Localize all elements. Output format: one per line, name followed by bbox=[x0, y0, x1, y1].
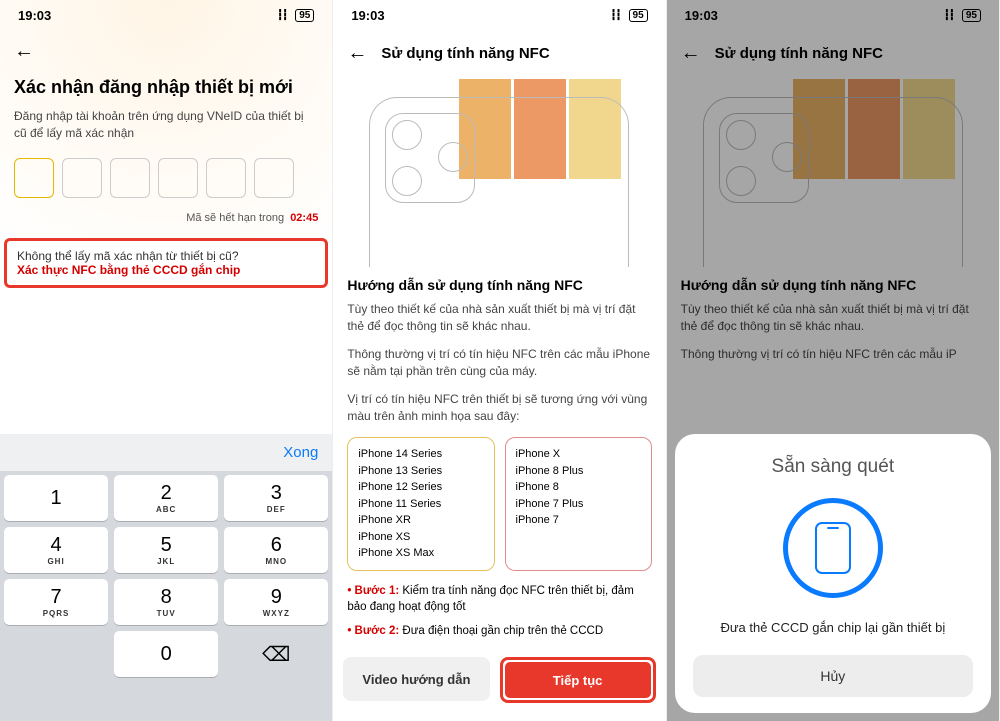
screen-nfc-guide: 19:03 ┇┇ 95 ← Sử dụng tính năng NFC Hướn… bbox=[333, 0, 666, 721]
guide-p1: Tùy theo thiết kế của nhà sản xuất thiết… bbox=[333, 299, 665, 344]
page-subtitle: Đăng nhập tài khoản trên ứng dụng VNeID … bbox=[0, 108, 332, 158]
continue-button-highlight: Tiếp tục bbox=[500, 657, 656, 703]
phone-illustration bbox=[359, 79, 639, 269]
device-box-red: iPhone XiPhone 8 PlusiPhone 8iPhone 7 Pl… bbox=[505, 437, 652, 571]
step-1: • Bước 1: Kiểm tra tính năng đọc NFC trê… bbox=[333, 581, 665, 621]
scan-title: Sẵn sàng quét bbox=[693, 456, 973, 478]
signal-extra-icon: ┇┇ bbox=[610, 10, 620, 21]
continue-button[interactable]: Tiếp tục bbox=[505, 662, 651, 698]
screen-otp: 19:03 ┇┇ 95 ← Xác nhận đăng nhập thiết b… bbox=[0, 0, 333, 721]
nfc-scan-sheet: Sẵn sàng quét Đưa thẻ CCCD gắn chip lại … bbox=[675, 434, 991, 713]
key-8[interactable]: 8TUV bbox=[114, 579, 218, 625]
key-delete[interactable]: ⌫ bbox=[224, 631, 328, 677]
nfc-footer: Video hướng dẫn Tiếp tục bbox=[333, 647, 665, 721]
status-right: ┇┇ 95 bbox=[277, 8, 314, 23]
key-0[interactable]: 0 bbox=[114, 631, 218, 677]
otp-box-2[interactable] bbox=[62, 158, 102, 198]
nfc-header: ← Sử dụng tính năng NFC bbox=[333, 30, 665, 73]
back-icon[interactable]: ← bbox=[14, 40, 34, 62]
video-guide-button[interactable]: Video hướng dẫn bbox=[343, 657, 489, 701]
guide-p3: Vị trí có tín hiệu NFC trên thiết bị sẽ … bbox=[333, 389, 665, 434]
key-1[interactable]: 1 bbox=[4, 475, 108, 521]
otp-box-3[interactable] bbox=[110, 158, 150, 198]
key-blank bbox=[4, 631, 108, 677]
otp-box-6[interactable] bbox=[254, 158, 294, 198]
camera-module-icon bbox=[385, 113, 475, 203]
step-2: • Bước 2: Đưa điện thoại gần chip trên t… bbox=[333, 621, 665, 645]
guide-p2: Thông thường vị trí có tín hiệu NFC trên… bbox=[333, 344, 665, 389]
key-6[interactable]: 6MNO bbox=[224, 527, 328, 573]
key-2[interactable]: 2ABC bbox=[114, 475, 218, 521]
nfc-header-title: Sử dụng tính năng NFC bbox=[381, 45, 549, 62]
numeric-keyboard: Xong 1 2ABC 3DEF 4GHI 5JKL 6MNO 7PQRS 8T… bbox=[0, 434, 332, 721]
key-7[interactable]: 7PQRS bbox=[4, 579, 108, 625]
guide-title: Hướng dẫn sử dụng tính năng NFC bbox=[333, 269, 665, 299]
device-compat-boxes: iPhone 14 SeriesiPhone 13 SeriesiPhone 1… bbox=[333, 433, 665, 581]
nfc-fallback-question: Không thể lấy mã xác nhận từ thiết bị cũ… bbox=[17, 249, 315, 263]
nfc-fallback-link: Xác thực NFC bằng thẻ CCCD gắn chip bbox=[17, 263, 315, 277]
otp-box-1[interactable] bbox=[14, 158, 54, 198]
key-3[interactable]: 3DEF bbox=[224, 475, 328, 521]
back-header: ← bbox=[0, 30, 332, 73]
nfc-fallback-note[interactable]: Không thể lấy mã xác nhận từ thiết bị cũ… bbox=[4, 238, 328, 288]
page-title: Xác nhận đăng nhập thiết bị mới bbox=[0, 73, 332, 108]
key-4[interactable]: 4GHI bbox=[4, 527, 108, 573]
battery-icon: 95 bbox=[295, 9, 314, 22]
key-5[interactable]: 5JKL bbox=[114, 527, 218, 573]
status-bar: 19:03 ┇┇ 95 bbox=[0, 0, 332, 30]
cancel-button[interactable]: Hủy bbox=[693, 655, 973, 697]
device-box-yellow: iPhone 14 SeriesiPhone 13 SeriesiPhone 1… bbox=[347, 437, 494, 571]
status-time: 19:03 bbox=[351, 8, 384, 23]
otp-box-5[interactable] bbox=[206, 158, 246, 198]
screen-nfc-scan: 19:03 ┇┇ 95 ← Sử dụng tính năng NFC Hướn… bbox=[667, 0, 1000, 721]
scan-message: Đưa thẻ CCCD gắn chip lại gần thiết bị bbox=[693, 620, 973, 635]
status-right: ┇┇ 95 bbox=[610, 8, 647, 23]
status-bar: 19:03 ┇┇ 95 bbox=[333, 0, 665, 30]
key-9[interactable]: 9WXYZ bbox=[224, 579, 328, 625]
signal-extra-icon: ┇┇ bbox=[277, 10, 287, 21]
status-time: 19:03 bbox=[18, 8, 51, 23]
back-icon[interactable]: ← bbox=[347, 42, 367, 65]
scan-ring-icon bbox=[783, 498, 883, 598]
otp-inputs bbox=[0, 158, 332, 198]
otp-box-4[interactable] bbox=[158, 158, 198, 198]
battery-icon: 95 bbox=[629, 9, 648, 22]
keyboard-done-button[interactable]: Xong bbox=[0, 434, 332, 471]
phone-icon bbox=[815, 522, 851, 574]
expiry-text: Mã sẽ hết hạn trong 02:45 bbox=[0, 198, 332, 238]
